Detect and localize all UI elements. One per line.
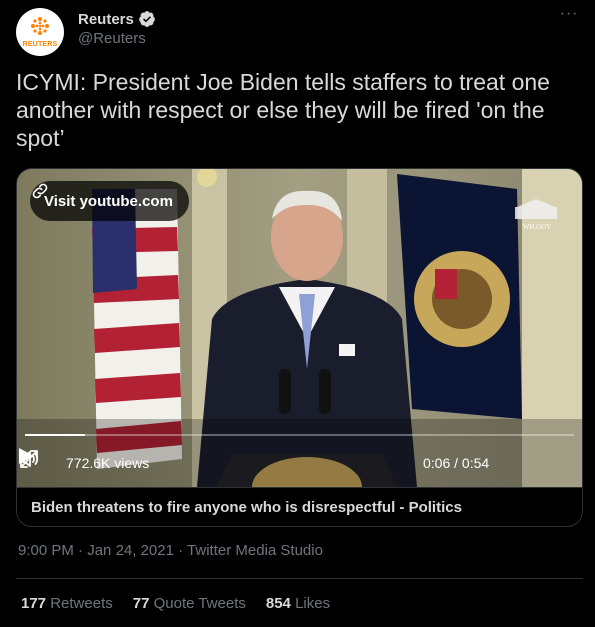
view-count: 772.6K views [66, 455, 150, 471]
presidential-flag [397, 174, 522, 419]
watermark-text: WH.GOV [523, 223, 552, 231]
stat-likes[interactable]: 854 Likes [266, 595, 330, 612]
tweet-header: REUTERS Reuters @Reuters ··· [16, 6, 581, 60]
avatar-text: REUTERS [22, 41, 58, 48]
tweet-time[interactable]: 9:00 PM [18, 542, 74, 559]
avatar[interactable]: REUTERS [16, 8, 64, 56]
video-controls: 772.6K views 0:06 / 0:54 [17, 447, 582, 481]
tweet-stats: 177 Retweets 77 Quote Tweets 854 Likes [21, 595, 330, 612]
retweet-count: 177 [21, 595, 47, 612]
more-icon[interactable]: ··· [559, 6, 579, 28]
video-player[interactable]: WH.GOV Visit youtube.com 772.6K views 0:… [17, 169, 582, 487]
verified-icon [138, 11, 155, 27]
reuters-logo [31, 17, 49, 35]
divider [16, 578, 583, 579]
progress-bar[interactable] [25, 434, 574, 436]
retweet-label: Retweets [50, 595, 113, 612]
progress-fill [25, 434, 86, 436]
visit-link-button[interactable]: Visit youtube.com [30, 181, 189, 221]
stat-retweets[interactable]: 177 Retweets [21, 595, 113, 612]
stat-quote-tweets[interactable]: 77 Quote Tweets [133, 595, 246, 612]
meta-separator: · [78, 542, 88, 559]
like-label: Likes [295, 595, 331, 612]
tweet-date[interactable]: Jan 24, 2021 [87, 542, 174, 559]
tweet-text: ICYMI: President Joe Biden tells staffer… [16, 69, 550, 151]
like-count: 854 [265, 595, 291, 612]
quote-tweet-count: 77 [132, 595, 150, 612]
handle[interactable]: @Reuters [78, 30, 146, 47]
meta-separator: · [178, 542, 188, 559]
visit-link-label: Visit youtube.com [44, 192, 173, 210]
expand-icon[interactable] [17, 447, 41, 471]
video-time: 0:06 / 0:54 [423, 455, 490, 471]
tweet-meta: 9:00 PM · Jan 24, 2021 · Twitter Media S… [18, 542, 323, 559]
video-card[interactable]: WH.GOV Visit youtube.com 772.6K views 0:… [16, 168, 583, 527]
card-footer[interactable]: Biden threatens to fire anyone who is di… [17, 487, 582, 526]
link-icon [32, 183, 48, 199]
tweet-source[interactable]: Twitter Media Studio [187, 542, 323, 559]
card-title[interactable]: Biden threatens to fire anyone who is di… [31, 499, 462, 516]
display-name[interactable]: Reuters [78, 11, 134, 28]
quote-tweet-label: Quote Tweets [153, 595, 246, 612]
